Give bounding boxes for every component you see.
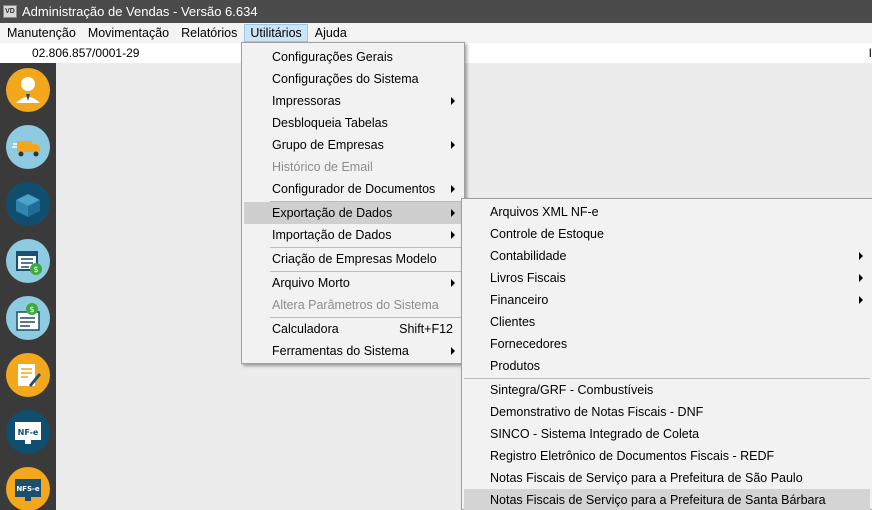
shortcut-calculadora: Shift+F12 (399, 322, 453, 336)
submenu-arrow-icon (451, 97, 455, 105)
submenu-arrow-icon (859, 274, 863, 282)
menu-item-calculadora[interactable]: Calculadora Shift+F12 (244, 318, 462, 340)
menu-item-financeiro[interactable]: Financeiro (464, 289, 870, 311)
svg-text:NF-e: NF-e (18, 428, 39, 437)
submenu-arrow-icon (451, 279, 455, 287)
menu-item-nfs-santa-barbara[interactable]: Notas Fiscais de Serviço para a Prefeitu… (464, 489, 870, 510)
calendar-money-icon[interactable]: $ (5, 238, 51, 284)
nfe-icon[interactable]: NF-e (5, 409, 51, 455)
menu-utilitarios[interactable]: Utilitários (244, 24, 308, 42)
menu-item-configuracoes-gerais[interactable]: Configurações Gerais (244, 46, 462, 68)
company-bar-edge-text: I (868, 46, 872, 60)
menu-item-nfs-sao-paulo[interactable]: Notas Fiscais de Serviço para a Prefeitu… (464, 467, 870, 489)
menu-item-criacao-de-empresas-modelo[interactable]: Criação de Empresas Modelo (244, 248, 462, 270)
menu-manutencao[interactable]: Manutenção (2, 24, 81, 42)
submenu-arrow-icon (451, 209, 455, 217)
menu-bar: Manutenção Movimentação Relatórios Utili… (0, 23, 872, 43)
menu-movimentacao[interactable]: Movimentação (83, 24, 174, 42)
menu-item-configuracoes-do-sistema[interactable]: Configurações do Sistema (244, 68, 462, 90)
menu-item-impressoras[interactable]: Impressoras (244, 90, 462, 112)
exportacao-submenu: Arquivos XML NF-e Controle de Estoque Co… (461, 198, 872, 510)
menu-item-altera-parametros-do-sistema: Altera Parâmetros do Sistema (272, 298, 439, 312)
menu-relatorios[interactable]: Relatórios (176, 24, 242, 42)
document-edit-icon[interactable] (5, 352, 51, 398)
submenu-arrow-icon (451, 347, 455, 355)
submenu-arrow-icon (859, 252, 863, 260)
delivery-truck-icon[interactable] (5, 124, 51, 170)
package-box-icon[interactable] (5, 181, 51, 227)
user-icon[interactable] (5, 67, 51, 113)
menu-item-sinco[interactable]: SINCO - Sistema Integrado de Coleta (464, 423, 870, 445)
menu-item-produtos[interactable]: Produtos (464, 355, 870, 377)
menu-ajuda[interactable]: Ajuda (310, 24, 352, 42)
menu-item-demonstrativo-dnf[interactable]: Demonstrativo de Notas Fiscais - DNF (464, 401, 870, 423)
menu-item-fornecedores[interactable]: Fornecedores (464, 333, 870, 355)
menu-item-exportacao-de-dados[interactable]: Exportação de Dados (244, 202, 462, 224)
submenu-arrow-icon (451, 185, 455, 193)
sidebar: $ $ NF-e NFS-e (0, 63, 56, 510)
svg-text:$: $ (29, 305, 34, 314)
svg-text:NFS-e: NFS-e (16, 485, 40, 493)
submenu-arrow-icon (859, 296, 863, 304)
menu-item-arquivo-morto[interactable]: Arquivo Morto (244, 272, 462, 294)
menu-item-desbloqueia-tabelas[interactable]: Desbloqueia Tabelas (244, 112, 462, 134)
menu-item-ferramentas-do-sistema[interactable]: Ferramentas do Sistema (244, 340, 462, 362)
menu-item-contabilidade[interactable]: Contabilidade (464, 245, 870, 267)
app-icon: VD (3, 5, 17, 18)
company-cnpj: 02.806.857/0001-29 (32, 46, 140, 60)
invoice-money-icon[interactable]: $ (5, 295, 51, 341)
submenu-arrow-icon (451, 231, 455, 239)
menu-item-sintegra-grf[interactable]: Sintegra/GRF - Combustíveis (464, 379, 870, 401)
menu-item-arquivos-xml-nfe[interactable]: Arquivos XML NF-e (464, 201, 870, 223)
menu-item-grupo-de-empresas[interactable]: Grupo de Empresas (244, 134, 462, 156)
menu-item-historico-de-email: Histórico de Email (272, 160, 373, 174)
title-bar: VD Administração de Vendas - Versão 6.63… (0, 0, 872, 23)
svg-text:$: $ (33, 265, 38, 274)
menu-item-configurador-de-documentos[interactable]: Configurador de Documentos (244, 178, 462, 200)
menu-item-livros-fiscais[interactable]: Livros Fiscais (464, 267, 870, 289)
menu-item-controle-de-estoque[interactable]: Controle de Estoque (464, 223, 870, 245)
menu-item-redf[interactable]: Registro Eletrônico de Documentos Fiscai… (464, 445, 870, 467)
window-title: Administração de Vendas - Versão 6.634 (22, 4, 258, 19)
menu-item-importacao-de-dados[interactable]: Importação de Dados (244, 224, 462, 246)
menu-item-clientes[interactable]: Clientes (464, 311, 870, 333)
utilitarios-menu: Configurações Gerais Configurações do Si… (241, 42, 465, 364)
submenu-arrow-icon (451, 141, 455, 149)
nfse-icon[interactable]: NFS-e (5, 466, 51, 510)
